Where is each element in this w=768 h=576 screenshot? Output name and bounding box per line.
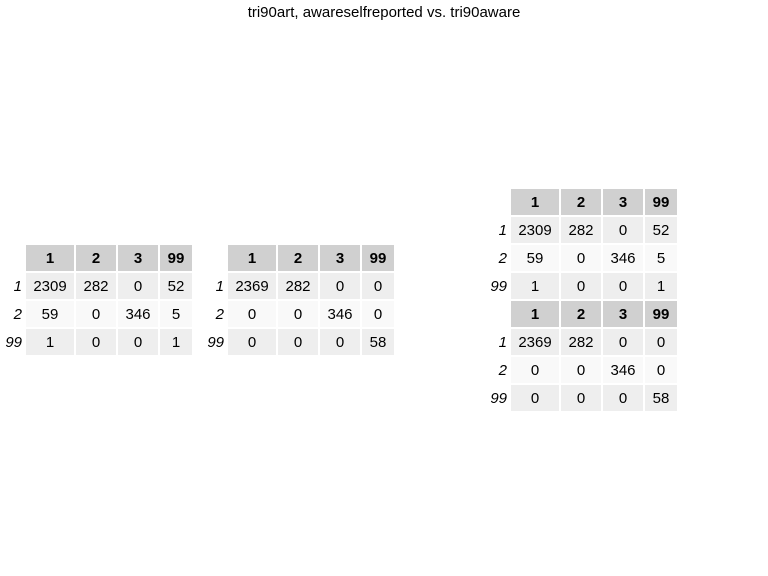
column-header: 3 [320,245,360,271]
table-cell: 1 [160,329,192,355]
table-cell: 282 [278,273,318,299]
table-cell: 1 [645,273,677,299]
table-cell: 0 [278,301,318,327]
column-header: 99 [160,245,192,271]
column-header: 3 [603,301,643,327]
row-header: 99 [490,277,507,295]
table-cell: 282 [76,273,116,299]
table-cell: 2369 [228,273,276,299]
table-cell: 0 [603,385,643,411]
column-header: 2 [76,245,116,271]
table-cell: 2369 [511,329,559,355]
crosstab-tri90aware-stacked: 1 2 3 99 1 2369 282 0 0 2 0 0 346 0 99 0 0 0 58 [485,301,677,411]
column-header: 1 [228,245,276,271]
column-header: 1 [26,245,74,271]
table-cell: 0 [320,273,360,299]
table-cell: 1 [26,329,74,355]
row-header: 2 [498,249,507,267]
table-cell: 0 [228,301,276,327]
row-header: 1 [498,221,507,239]
page-title: tri90art, awareselfreported vs. tri90awa… [247,4,521,21]
crosstab-awareselfreported: 1 2 3 99 1 2309 282 0 52 2 59 0 346 5 99 1 0 0 1 [0,245,192,355]
row-header: 99 [490,389,507,407]
crosstab-awareselfreported-stacked: 1 2 3 99 1 2309 282 0 52 2 59 0 346 5 99 1 0 0 1 [485,189,677,299]
table-corner [202,245,226,271]
table-cell: 5 [160,301,192,327]
column-header: 1 [511,301,559,327]
table-cell: 346 [118,301,158,327]
row-header: 1 [13,277,22,295]
table-cell: 0 [603,329,643,355]
table-cell: 0 [228,329,276,355]
table-cell: 0 [362,301,394,327]
table-cell: 59 [26,301,74,327]
row-header: 99 [5,333,22,351]
column-header: 99 [645,189,677,215]
column-header: 99 [645,301,677,327]
column-header: 2 [561,189,601,215]
table-cell: 0 [278,329,318,355]
table-cell: 0 [561,357,601,383]
table-cell: 58 [362,329,394,355]
row-header: 99 [207,333,224,351]
table-cell: 346 [603,357,643,383]
row-header: 1 [215,277,224,295]
table-cell: 0 [561,245,601,271]
table-cell: 0 [561,273,601,299]
table-cell: 0 [320,329,360,355]
table-cell: 0 [362,273,394,299]
table-cell: 1 [511,273,559,299]
table-cell: 346 [603,245,643,271]
table-corner [485,301,509,327]
table-cell: 2309 [26,273,74,299]
table-cell: 52 [160,273,192,299]
table-corner [485,189,509,215]
table-cell: 0 [645,329,677,355]
table-cell: 0 [118,329,158,355]
column-header: 3 [603,189,643,215]
column-header: 1 [511,189,559,215]
table-cell: 0 [511,385,559,411]
row-header: 2 [13,305,22,323]
table-cell: 5 [645,245,677,271]
column-header: 2 [561,301,601,327]
table-cell: 52 [645,217,677,243]
table-cell: 346 [320,301,360,327]
table-cell: 0 [511,357,559,383]
row-header: 2 [498,361,507,379]
column-header: 2 [278,245,318,271]
table-cell: 0 [76,301,116,327]
table-cell: 282 [561,217,601,243]
table-corner [0,245,24,271]
crosstab-tri90aware: 1 2 3 99 1 2369 282 0 0 2 0 0 346 0 99 0 0 0 58 [202,245,394,355]
table-cell: 2309 [511,217,559,243]
table-cell: 58 [645,385,677,411]
table-cell: 0 [118,273,158,299]
row-header: 1 [498,333,507,351]
table-cell: 59 [511,245,559,271]
column-header: 99 [362,245,394,271]
table-cell: 0 [603,273,643,299]
table-cell: 0 [603,217,643,243]
column-header: 3 [118,245,158,271]
table-cell: 0 [76,329,116,355]
row-header: 2 [215,305,224,323]
table-cell: 282 [561,329,601,355]
table-cell: 0 [561,385,601,411]
table-cell: 0 [645,357,677,383]
